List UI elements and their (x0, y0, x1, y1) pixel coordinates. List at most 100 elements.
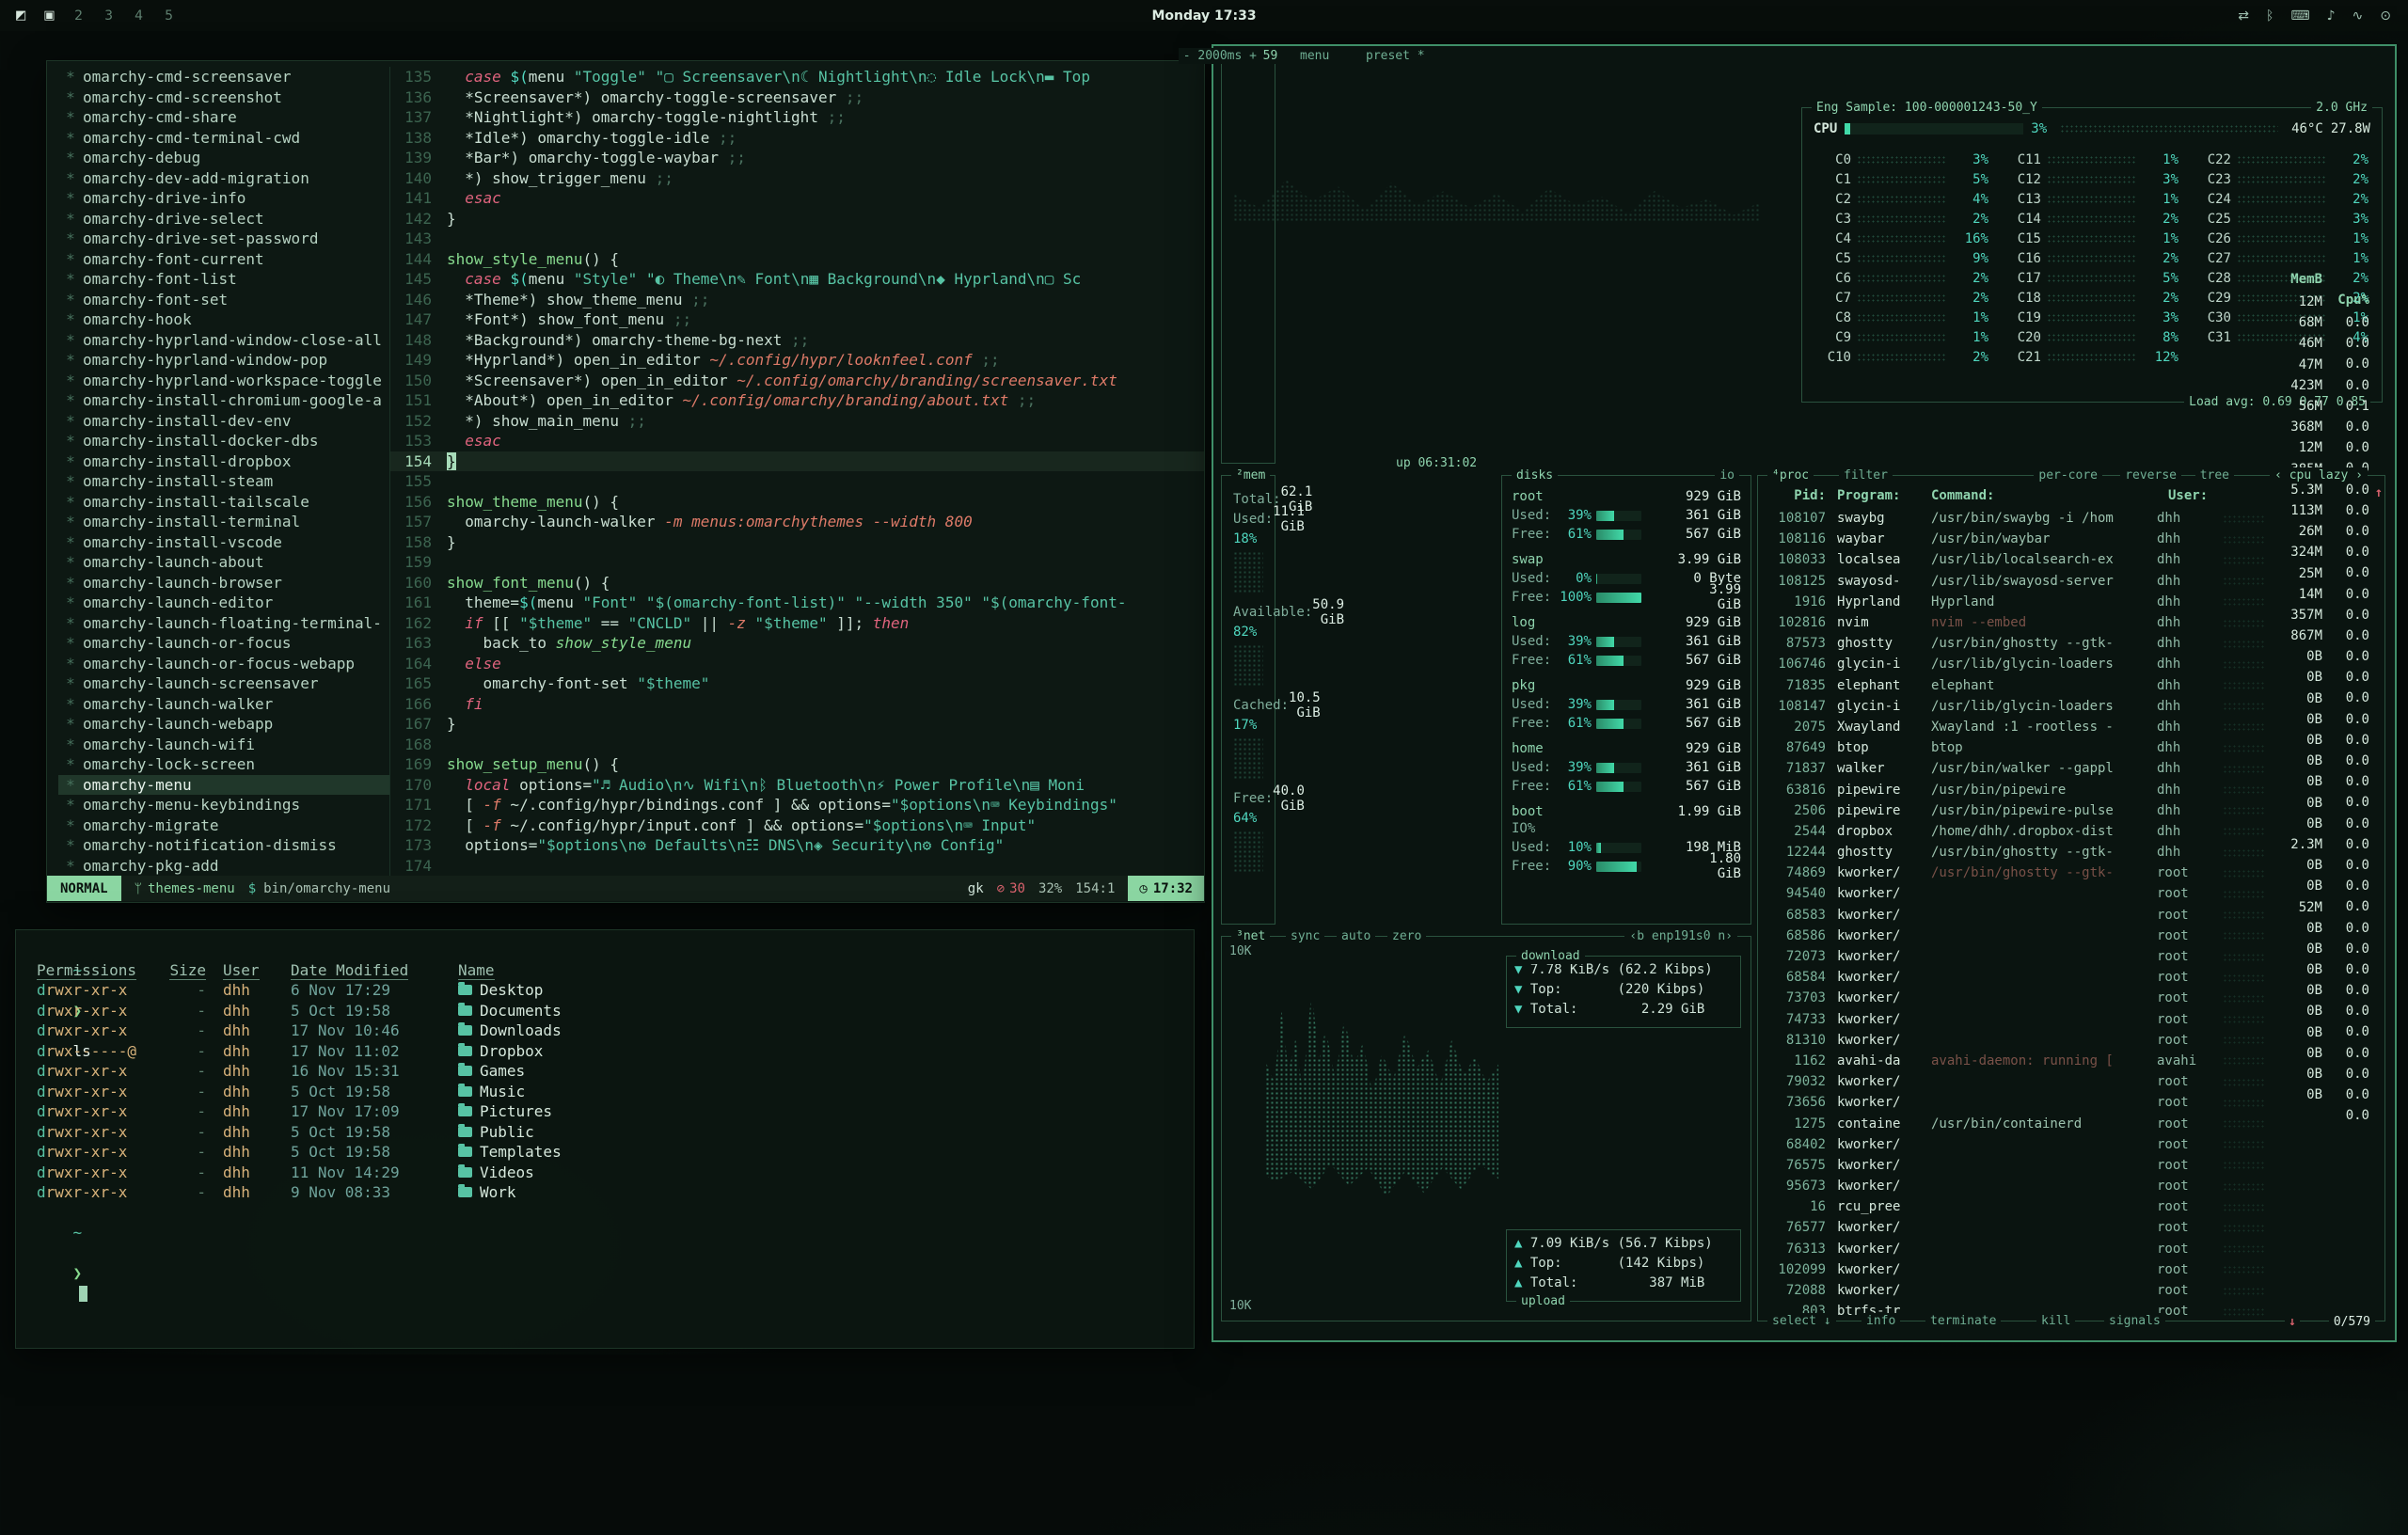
file-item[interactable]: * omarchy-launch-or-focus-webapp (58, 654, 389, 674)
code-line[interactable]: 138 *Idle*) omarchy-toggle-idle ;; (390, 128, 1204, 149)
code-area[interactable]: 135 case $(menu "Toggle" "▢ Screensaver\… (390, 67, 1204, 876)
file-item[interactable]: * omarchy-cmd-share (58, 107, 389, 128)
file-item[interactable]: * omarchy-font-current (58, 249, 389, 270)
bluetooth-icon[interactable]: ᛒ (2266, 8, 2273, 24)
file-item[interactable]: * omarchy-install-terminal (58, 512, 389, 532)
workspace-2[interactable]: 2 (72, 8, 86, 24)
workspace-1-app-icon[interactable]: ▣ (43, 8, 55, 23)
workspace-4[interactable]: 4 (133, 8, 146, 24)
workspace-1-window-icon[interactable]: ◩ (15, 8, 26, 23)
code-line[interactable]: 140 *) show_trigger_menu ;; (390, 168, 1204, 189)
update-interval-control[interactable]: - 2000ms + (1179, 48, 1261, 64)
screencast-icon[interactable]: ⇄ (2238, 8, 2249, 24)
signals-action[interactable]: signals (2104, 1313, 2165, 1329)
workspace-5[interactable]: 5 (163, 8, 176, 24)
prompt-line-empty[interactable]: ~ ❯ (37, 1203, 1194, 1224)
net-auto-button[interactable]: auto (1337, 928, 1375, 944)
code-line[interactable]: 157 omarchy-launch-walker -m menus:omarc… (390, 512, 1204, 532)
code-line[interactable]: 151 *About*) open_in_editor ~/.config/om… (390, 390, 1204, 411)
code-line[interactable]: 141 esac (390, 188, 1204, 209)
code-line[interactable]: 170 local options="♬ Audio\n∿ Wifi\nᛒ Bl… (390, 775, 1204, 796)
col-memb[interactable]: MemB (2270, 272, 2322, 720)
code-line[interactable]: 139 *Bar*) omarchy-toggle-waybar ;; (390, 148, 1204, 168)
workspace-3[interactable]: 3 (103, 8, 116, 24)
file-item[interactable]: * omarchy-hyprland-workspace-toggle (58, 371, 389, 391)
col-user[interactable]: User: (2168, 488, 2228, 503)
file-item[interactable]: * omarchy-launch-about (58, 552, 389, 573)
code-line[interactable]: 160 show_font_menu() { (390, 573, 1204, 593)
net-sync-button[interactable]: sync (1286, 928, 1324, 944)
file-item[interactable]: * omarchy-launch-editor (58, 593, 389, 613)
power-icon[interactable]: ⊙ (2380, 8, 2391, 24)
code-line[interactable]: 152 *) show_main_menu ;; (390, 411, 1204, 432)
code-line[interactable]: 146 *Theme*) show_theme_menu ;; (390, 290, 1204, 310)
code-line[interactable]: 145 case $(menu "Style" "◐ Theme\n✎ Font… (390, 269, 1204, 290)
file-item[interactable]: * omarchy-launch-screensaver (58, 673, 389, 694)
file-item[interactable]: * omarchy-launch-floating-terminal- (58, 613, 389, 634)
code-line[interactable]: 172 [ -f ~/.config/hypr/input.conf ] && … (390, 815, 1204, 836)
wifi-icon[interactable]: ∿ (2353, 8, 2364, 24)
code-line[interactable]: 155 (390, 471, 1204, 492)
keyboard-icon[interactable]: ⌨ (2290, 8, 2309, 24)
code-line[interactable]: 142 } (390, 209, 1204, 229)
file-item[interactable]: * omarchy-drive-select (58, 209, 389, 229)
scroll-up-indicator[interactable]: ↑ (2375, 485, 2383, 500)
file-item[interactable]: * omarchy-drive-set-password (58, 229, 389, 249)
tab-net[interactable]: ³net (1231, 928, 1270, 944)
code-line[interactable]: 137 *Nightlight*) omarchy-toggle-nightli… (390, 107, 1204, 128)
menu-button[interactable]: menu (1295, 48, 1334, 64)
code-line[interactable]: 153 esac (390, 431, 1204, 451)
code-line[interactable]: 158 } (390, 532, 1204, 553)
code-line[interactable]: 171 [ -f ~/.config/hypr/bindings.conf ] … (390, 795, 1204, 815)
file-item[interactable]: * omarchy-install-chromium-google-a (58, 390, 389, 411)
code-line[interactable]: 154 } (390, 451, 1204, 472)
col-program[interactable]: Program: (1826, 488, 1925, 503)
volume-icon[interactable]: ♪ (2327, 8, 2336, 24)
terminate-action[interactable]: terminate (1925, 1313, 2001, 1329)
code-line[interactable]: 143 (390, 229, 1204, 249)
scroll-down-indicator[interactable]: ↓ (2285, 1315, 2300, 1329)
file-item[interactable]: * omarchy-font-set (58, 290, 389, 310)
file-item[interactable]: * omarchy-cmd-screensaver (58, 67, 389, 87)
file-item[interactable]: * omarchy-hook (58, 309, 389, 330)
terminal-window[interactable]: ~ ❯ ls Permissions Size User Date Modifi… (15, 929, 1195, 1349)
file-item[interactable]: * omarchy-launch-or-focus (58, 633, 389, 654)
code-line[interactable]: 166 fi (390, 694, 1204, 715)
net-zero-button[interactable]: zero (1387, 928, 1426, 944)
code-line[interactable]: 147 *Font*) show_font_menu ;; (390, 309, 1204, 330)
code-line[interactable]: 136 *Screensaver*) omarchy-toggle-screen… (390, 87, 1204, 108)
col-command[interactable]: Command: (1925, 488, 2168, 503)
col-pid[interactable]: Pid: (1767, 488, 1826, 503)
file-item[interactable]: * omarchy-install-dev-env (58, 411, 389, 432)
file-item[interactable]: * omarchy-launch-webapp (58, 714, 389, 735)
code-line[interactable]: 159 (390, 552, 1204, 573)
file-item[interactable]: * omarchy-hyprland-window-pop (58, 350, 389, 371)
code-line[interactable]: 161 theme=$(menu "Font" "$(omarchy-font-… (390, 593, 1204, 613)
kill-action[interactable]: kill (2036, 1313, 2075, 1329)
code-line[interactable]: 144 show_style_menu() { (390, 249, 1204, 270)
select-action[interactable]: select ↓ (1767, 1313, 1836, 1329)
file-item[interactable]: * omarchy-install-steam (58, 471, 389, 492)
file-item[interactable]: * omarchy-launch-browser (58, 573, 389, 593)
file-item[interactable]: * omarchy-install-vscode (58, 532, 389, 553)
file-item[interactable]: * omarchy-menu-keybindings (58, 795, 389, 815)
code-line[interactable]: 135 case $(menu "Toggle" "▢ Screensaver\… (390, 67, 1204, 87)
code-line[interactable]: 163 back_to show_style_menu (390, 633, 1204, 654)
file-item[interactable]: * omarchy-lock-screen (58, 754, 389, 775)
code-line[interactable]: 167 } (390, 714, 1204, 735)
file-item[interactable]: * omarchy-install-dropbox (58, 451, 389, 472)
file-item[interactable]: * omarchy-install-tailscale (58, 492, 389, 513)
preset-button[interactable]: preset * (1361, 48, 1430, 64)
tab-disks[interactable]: disks (1512, 467, 1558, 483)
code-line[interactable]: 169 show_setup_menu() { (390, 754, 1204, 775)
file-item[interactable]: * omarchy-cmd-screenshot (58, 87, 389, 108)
net-interface-selector[interactable]: ‹b enp191s0 n› (1624, 928, 1737, 944)
file-item[interactable]: * omarchy-pkg-add (58, 856, 389, 877)
code-line[interactable]: 174 (390, 856, 1204, 877)
code-line[interactable]: 156 show_theme_menu() { (390, 492, 1204, 513)
code-line[interactable]: 150 *Screensaver*) open_in_editor ~/.con… (390, 371, 1204, 391)
code-line[interactable]: 162 if [[ "$theme" == "CNCLD" || -z "$th… (390, 613, 1204, 634)
file-item[interactable]: * omarchy-debug (58, 148, 389, 168)
info-action[interactable]: info (1861, 1313, 1900, 1329)
file-item[interactable]: * omarchy-menu (58, 775, 389, 796)
